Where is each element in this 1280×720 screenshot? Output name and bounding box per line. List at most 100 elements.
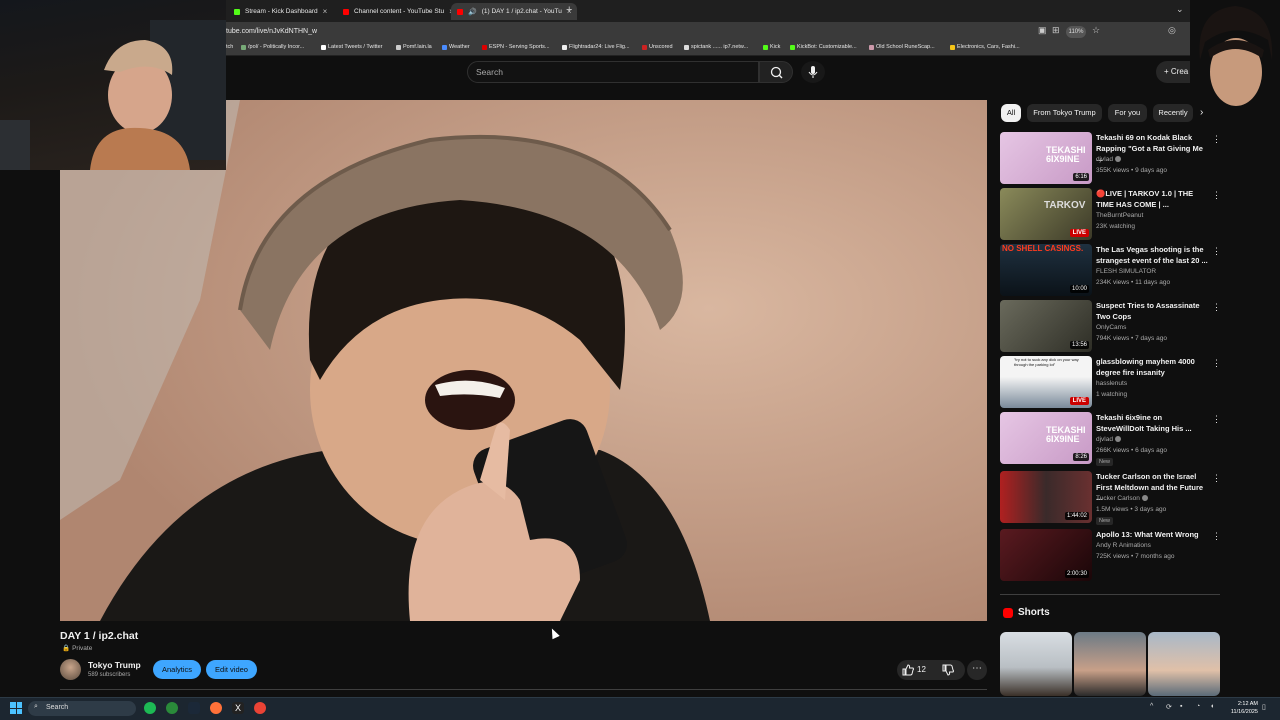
tray-app-icon[interactable]: ▪ [1180,703,1182,710]
recommendation-channel[interactable]: djvlad [1096,436,1121,443]
recommendation-channel[interactable]: djvlad [1096,156,1121,163]
video-thumbnail[interactable]: TEKASHI 6IX9INE 8:26 [1000,412,1092,464]
bookmark-star-icon[interactable]: ☆ [1092,25,1100,36]
bookmark-item[interactable]: Kick [763,44,780,50]
bookmark-item[interactable]: Unscored [642,44,673,50]
recommendation-item[interactable]: TARKOV LIVE 🔴LIVE | TARKOV 1.0 | THE TIM… [1000,188,1221,240]
recommendation-title[interactable]: Suspect Tries to Assassinate Two Cops [1096,301,1208,322]
video-player[interactable] [60,100,987,621]
chrome-icon[interactable] [254,702,266,714]
chip-recently[interactable]: Recently [1153,104,1193,122]
chip-all[interactable]: All [1001,104,1021,122]
recommendation-item[interactable]: "try not to suck any dick on your way th… [1000,356,1221,408]
recommendation-item[interactable]: 2:00:30 Apollo 13: What Went Wrong Andy … [1000,529,1221,581]
bookmark-item[interactable]: Flightradar24: Live Flig... [562,44,630,50]
more-options-icon[interactable]: ⋮ [1212,414,1221,425]
video-thumbnail[interactable]: 13:56 [1000,300,1092,352]
x-app-icon[interactable]: X [232,702,244,714]
taskbar-clock[interactable]: 2:12 AM 11/16/2025 [1226,700,1258,716]
more-options-icon[interactable]: ⋮ [1212,190,1221,201]
bookmark-label: spictank ...... ip7.netw... [691,44,749,50]
recommendation-title[interactable]: glassblowing mayhem 4000 degree fire ins… [1096,357,1208,378]
bookmark-item[interactable]: Pomf.lain.la [396,44,432,50]
edit-video-button[interactable]: Edit video [206,660,257,679]
bookmark-item[interactable]: KickBot: Customizable... [790,44,857,50]
firefox-icon[interactable] [210,702,222,714]
recommendation-channel[interactable]: Tucker Carlson [1096,495,1148,502]
voice-search-button[interactable] [801,61,825,83]
video-thumbnail[interactable]: 2:00:30 [1000,529,1092,581]
bookmark-item[interactable]: Electronics, Cars, Fashi... [950,44,1020,50]
chevron-right-icon[interactable]: › [1200,107,1203,118]
video-thumbnail[interactable]: 1:44:02 [1000,471,1092,523]
tab-current-video[interactable]: 🔊 (1) DAY 1 / ip2.chat - YouTu × [451,3,578,20]
xbox-icon[interactable] [166,702,178,714]
more-options-icon[interactable]: ⋮ [1212,302,1221,313]
extension-icon[interactable]: ◎ [1168,25,1176,36]
bookmark-item[interactable]: ESPN - Serving Sports... [482,44,550,50]
search-input[interactable]: Search [467,61,759,83]
more-options-icon[interactable]: ⋮ [1212,134,1221,145]
recommendation-item[interactable]: NO SHELL CASINGS. 10:00 The Las Vegas sh… [1000,244,1221,296]
recommendation-channel[interactable]: FLESH SIMULATOR [1096,268,1156,275]
short-thumbnail[interactable] [1148,632,1220,696]
search-icon: ⌕ [34,703,38,710]
video-thumbnail[interactable]: TARKOV LIVE [1000,188,1092,240]
chip-from-channel[interactable]: From Tokyo Trump [1027,104,1102,122]
video-thumbnail[interactable]: NO SHELL CASINGS. 10:00 [1000,244,1092,296]
video-thumbnail[interactable]: "try not to suck any dick on your way th… [1000,356,1092,408]
tab-youtube-studio[interactable]: Channel content - YouTube Stu × [337,3,460,20]
short-thumbnail[interactable] [1000,632,1072,696]
more-options-icon[interactable]: ⋮ [1212,358,1221,369]
recommendation-channel[interactable]: OnlyCams [1096,324,1126,331]
bookmark-item[interactable]: /pol/ - Politically Incor... [241,44,304,50]
recommendation-channel[interactable]: Andy R Animations [1096,542,1151,549]
more-options-icon[interactable]: ⋮ [1212,473,1221,484]
channel-avatar[interactable] [60,659,81,680]
bookmark-item[interactable]: spictank ...... ip7.netw... [684,44,748,50]
steam-icon[interactable] [188,702,200,714]
url-field[interactable]: tube.com/live/nJvKdNTHN_w [226,28,317,35]
recommendation-title[interactable]: Apollo 13: What Went Wrong [1096,530,1208,541]
taskbar-search[interactable]: ⌕ Search [28,701,136,716]
new-tab-button[interactable]: + [566,4,572,16]
more-options-icon[interactable]: ⋮ [1212,531,1221,542]
thumbs-down-icon[interactable] [941,663,955,677]
close-tab-icon[interactable]: × [323,7,328,16]
recommendation-title[interactable]: The Las Vegas shooting is the strangest … [1096,245,1208,266]
search-button[interactable] [759,61,793,83]
chip-for-you[interactable]: For you [1108,104,1147,122]
bookmark-item[interactable]: Weather [442,44,470,50]
recommendation-title[interactable]: 🔴LIVE | TARKOV 1.0 | THE TIME HAS COME |… [1096,189,1208,210]
recommendation-item[interactable]: 1:44:02 Tucker Carlson on the Israel Fir… [1000,471,1221,525]
notification-icon[interactable]: ▯ [1262,703,1266,711]
channel-name[interactable]: Tokyo Trump [88,660,141,670]
wifi-icon[interactable]: ◔ [1196,703,1200,710]
like-count: 12 [917,665,926,674]
recommendation-channel[interactable]: TheBurntPeanut [1096,212,1143,219]
zoom-level[interactable]: 110% [1066,26,1086,38]
recommendation-item[interactable]: TEKASHI 6IX9INE 6:16 Tekashi 69 on Kodak… [1000,132,1221,184]
short-thumbnail[interactable] [1074,632,1146,696]
video-thumbnail[interactable]: TEKASHI 6IX9INE 6:16 [1000,132,1092,184]
spotify-icon[interactable] [144,702,156,714]
volume-icon[interactable]: ◖ [1210,703,1214,710]
bookmark-item[interactable]: Latest Tweets / Twitter [321,44,383,50]
thumbs-up-icon[interactable] [901,663,915,677]
tab-kick-dashboard[interactable]: Stream - Kick Dashboard × [228,3,333,20]
more-actions-button[interactable]: ⋯ [967,660,987,680]
analytics-button[interactable]: Analytics [153,660,201,679]
windows-start-icon[interactable] [10,702,22,714]
tab-search-chevron-icon[interactable]: ⌄ [1176,4,1184,15]
tray-chevron-icon[interactable]: ^ [1150,703,1153,710]
more-options-icon[interactable]: ⋮ [1212,246,1221,257]
recommendation-item[interactable]: 13:56 Suspect Tries to Assassinate Two C… [1000,300,1221,352]
cast-icon[interactable]: ▣ [1038,25,1047,36]
bookmark-item[interactable]: tch [226,44,233,50]
tray-app-icon[interactable]: ⟳ [1166,703,1172,711]
recommendation-item[interactable]: TEKASHI 6IX9INE 8:26 Tekashi 6ix9ine on … [1000,412,1221,466]
bookmark-item[interactable]: Old School RuneScap... [869,44,935,50]
recommendation-channel[interactable]: hasslenuts [1096,380,1127,387]
install-icon[interactable]: ⊞ [1052,25,1060,36]
recommendation-title[interactable]: Tekashi 6ix9ine on SteveWillDoIt Taking … [1096,413,1208,434]
